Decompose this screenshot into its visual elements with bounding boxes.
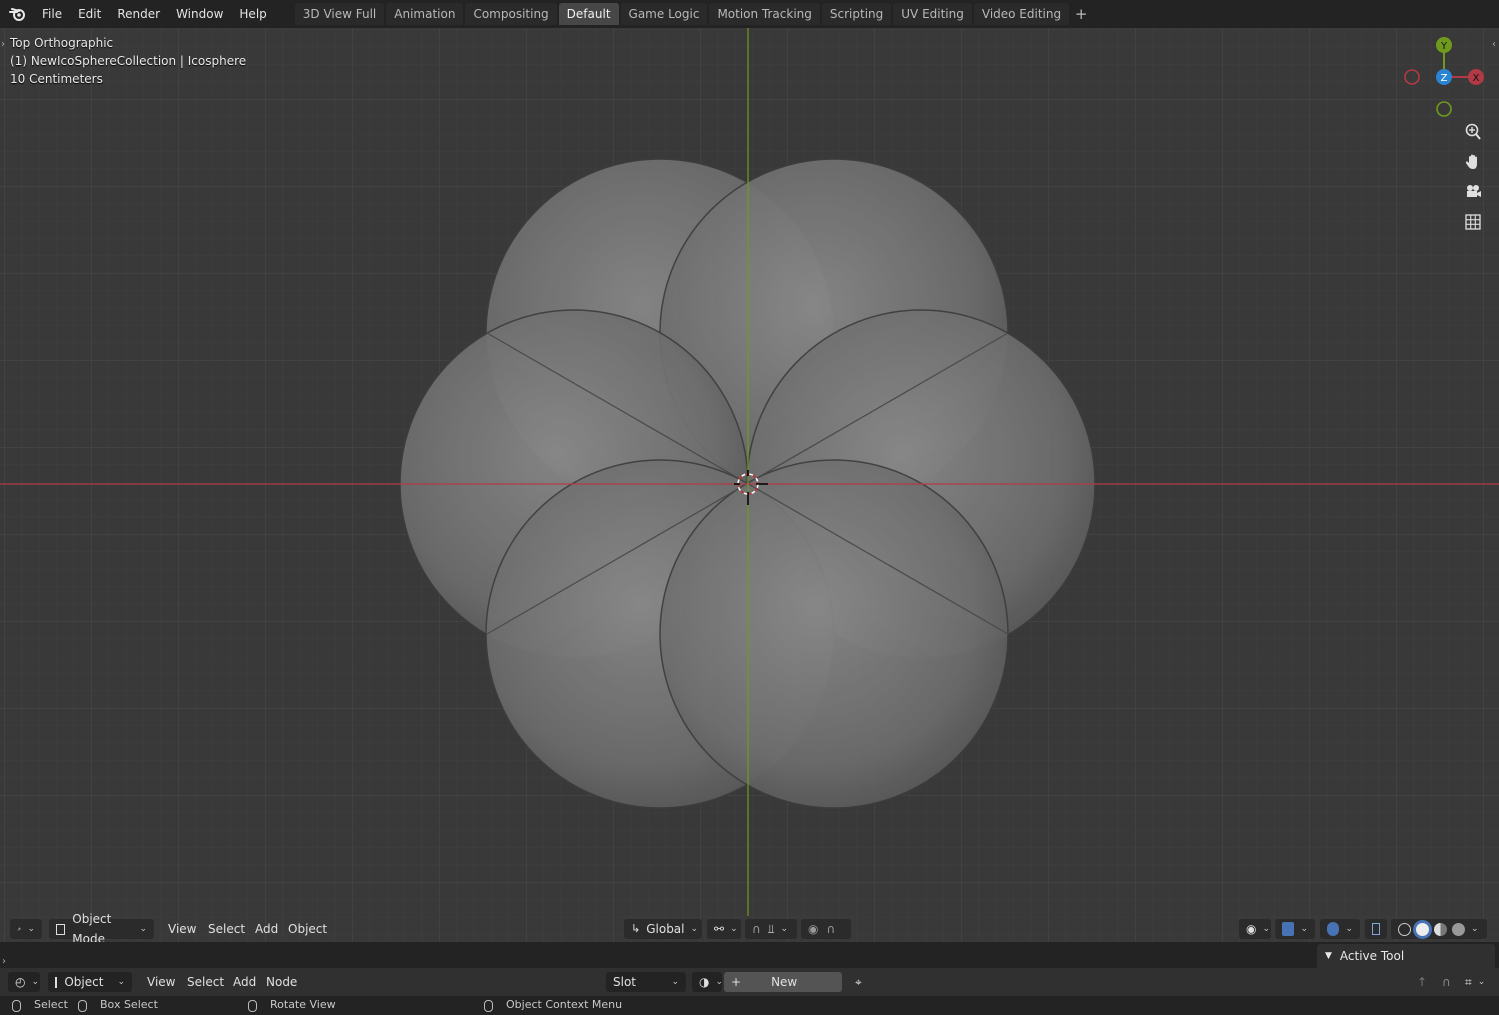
pivot-point-dropdown[interactable]: ⚯ ⌄ [707,919,741,939]
proportional-editing-toggle[interactable]: ◉ ∩ [801,919,851,939]
menu-file[interactable]: File [34,3,70,25]
menu-object[interactable]: Object [281,919,334,939]
pin-icon[interactable]: ⌖ [848,972,869,992]
tab-motion-tracking[interactable]: Motion Tracking [709,3,820,25]
orientation-axis-icon: ↳ [631,922,641,935]
shader-type-dropdown[interactable]: Object ⌄ [48,972,132,992]
visibility-dropdown[interactable]: ◉ ⌄ [1239,919,1271,939]
menu-render[interactable]: Render [109,3,168,25]
transform-orientation-dropdown[interactable]: ↳ Global ⌄ [624,919,702,939]
xray-toggle[interactable] [1365,919,1387,939]
eye-icon: ◉ [1246,922,1257,936]
middle-mouse-icon [78,999,95,1012]
rendered-shading-icon[interactable] [1452,922,1465,936]
gizmo-toggle[interactable]: ⌄ [1275,919,1315,939]
menu-help[interactable]: Help [231,3,274,25]
camera-icon[interactable] [1461,180,1485,204]
status-box-select: Box Select [100,998,158,1011]
wireframe-shading-icon[interactable] [1398,922,1411,936]
status-rotate-view: Rotate View [270,998,336,1011]
node-editor-type-dropdown[interactable]: ◴ ⌄ [8,972,40,992]
tab-scripting[interactable]: Scripting [821,3,892,25]
add-workspace-icon[interactable]: + [1071,3,1091,25]
tab-default[interactable]: Default [558,3,619,25]
editor-divider: › [0,942,1499,968]
blender-logo-icon[interactable] [7,3,29,25]
grid-scale: 10 Centimeters [10,72,103,86]
snap-toggle[interactable]: ∩ ⫫ ⌄ [745,919,797,939]
shader-type-label: Object [64,975,104,989]
top-bar: File Edit Render Window Help 3D View Ful… [0,0,1499,28]
snap-node-icon[interactable]: ∩ [1435,972,1458,992]
plus-icon: + [731,975,742,989]
middle-mouse-drag-icon [248,999,265,1012]
toolbar-expand-icon[interactable]: › [1,39,5,50]
3d-viewport[interactable]: › ‹ Top Orthographic (1) NewIcoSphereCol… [0,28,1499,942]
pan-hand-icon[interactable] [1461,150,1485,174]
menu-add[interactable]: Add [248,919,285,939]
solid-shading-icon[interactable] [1416,922,1429,936]
collapse-arrow-icon: ▼ [1325,951,1332,961]
xray-icon [1372,923,1380,935]
editor-type-dropdown[interactable]: ⌄ [10,919,42,939]
material-preview-icon[interactable] [1434,922,1447,936]
workspace-tabs: 3D View Full Animation Compositing Defau… [294,3,1091,25]
node-editor-icon: ◴ [15,975,26,989]
status-bar: Select Box Select Rotate View Object Con… [0,996,1499,1015]
active-tool-panel[interactable]: ▼ Active Tool [1317,944,1495,968]
tab-animation[interactable]: Animation [386,3,464,25]
material-sphere-icon: ◑ [699,975,710,989]
material-browse-dropdown[interactable]: ◑ ⌄ [692,972,723,992]
snap-element-dropdown[interactable]: ⌗ ⌄ [1458,972,1492,992]
status-select: Select [34,998,68,1011]
gizmo-icon [1282,922,1295,936]
tab-3d-view-full[interactable]: 3D View Full [294,3,385,25]
magnet-icon: ∩ [752,922,761,936]
left-mouse-icon [12,999,29,1012]
tab-game-logic[interactable]: Game Logic [620,3,708,25]
pivot-icon: ⚯ [714,922,725,936]
node-editor-header: ◴ ⌄ Object ⌄ View Select Add Node Slot ⌄ ◑ ⌄… [0,968,1499,996]
node-menu-select[interactable]: Select [180,972,231,992]
node-menu-node[interactable]: Node [259,972,304,992]
navigation-gizmo[interactable]: Y X Z [1398,34,1494,124]
viewport-header: ⌄ Object Mode ⌄ View Select Add Object ↳ … [0,912,1499,946]
snap-increment-icon: ⫫ [767,922,775,936]
new-material-button[interactable]: + New [724,972,842,992]
tab-video-editing[interactable]: Video Editing [973,3,1070,25]
viewport-scene [0,28,1499,942]
mode-dropdown[interactable]: Object Mode ⌄ [49,912,154,946]
orientation-label: Global [646,922,685,936]
gizmo-x-label: X [1473,73,1480,84]
slot-dropdown[interactable]: Slot ⌄ [606,972,686,992]
gizmo-y-label: Y [1440,41,1448,52]
gizmo-z-label: Z [1441,73,1448,84]
menu-window[interactable]: Window [168,3,231,25]
shading-mode-group[interactable]: ⌄ [1391,919,1487,939]
object-mode-icon [56,923,66,935]
new-button-label: New [771,975,798,989]
overlays-icon [1327,922,1340,936]
tab-uv-editing[interactable]: UV Editing [893,3,972,25]
status-context-menu: Object Context Menu [506,998,623,1011]
object-type-icon [55,976,58,988]
parent-node-tree-icon[interactable]: ↑ [1410,972,1434,992]
menu-edit[interactable]: Edit [70,3,109,25]
node-menu-add[interactable]: Add [226,972,263,992]
tab-compositing[interactable]: Compositing [465,3,557,25]
falloff-icon: ∩ [826,922,836,936]
collection-info: (1) NewIcoSphereCollection | Icosphere [10,54,247,68]
grid-ortho-toggle-icon[interactable] [1461,210,1485,234]
expand-region-icon[interactable]: › [2,956,6,967]
proportional-editing-icon: ◉ [808,922,819,936]
slot-label: Slot [613,975,636,989]
menu-select[interactable]: Select [201,919,252,939]
menu-view[interactable]: View [161,919,203,939]
node-menu-view[interactable]: View [140,972,182,992]
view-name: Top Orthographic [10,36,114,50]
active-tool-title: Active Tool [1339,949,1405,963]
overlays-toggle[interactable]: ⌄ [1320,919,1360,939]
right-mouse-icon [484,999,501,1012]
zoom-icon[interactable] [1461,120,1485,144]
